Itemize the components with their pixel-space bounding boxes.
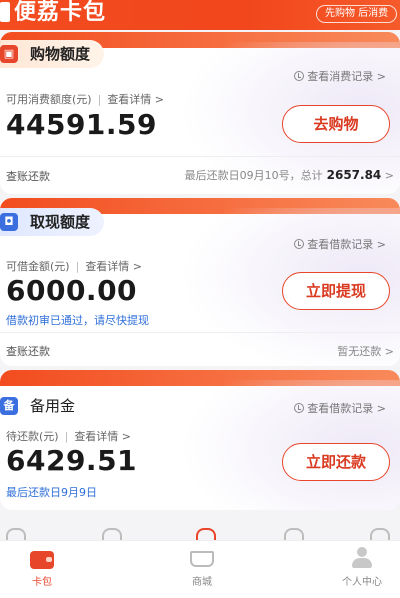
view-details-link[interactable]: 查看详情 [74,430,118,443]
pending-repayment-label: 待还款(元) [6,430,59,443]
repayment-total: 2657.84 [326,168,382,182]
tab-label: 个人中心 [342,577,382,588]
reserve-fund-title: 备用金 [30,397,76,415]
view-spending-records-link[interactable]: 查看消费记录 > [294,68,386,84]
last-repayment-text: 最后还款日09月10号，总计 [184,169,323,182]
divider [0,156,400,157]
promo-pill[interactable]: 先购物 后消费 [316,5,398,23]
withdraw-now-button[interactable]: 立即提现 [282,272,390,310]
clock-icon [294,403,305,413]
reserve-amount: 6429.51 [6,444,138,477]
reserve-fund-icon: 备 [0,397,18,415]
check-bill-repay-link[interactable]: 查账还款 [6,343,50,359]
wallet-icon [30,551,54,569]
reserve-label-row: 待还款(元) | 查看详情 > [6,430,132,443]
borrowable-amount-label: 可借金额(元) [6,260,70,273]
user-icon [352,547,372,569]
tab-label: 卡包 [32,577,52,588]
cash-quota-label-row: 可借金额(元) | 查看详情 > [6,260,143,273]
shopping-quota-label-row: 可用消费额度(元) | 查看详情 > [6,93,165,106]
repay-now-button[interactable]: 立即还款 [282,443,390,481]
app-root: 便荔卡包 先购物 后消费 ▣ 购物额度 查看消费记录 > 可用消费额度(元) | 查… [0,0,400,598]
reserve-fund-card: 备 备用金 查看借款记录 > 待还款(元) | 查看详情 > 6429.51 立即还… [0,370,400,510]
logo-icon [0,2,10,22]
available-quota-label: 可用消费额度(元) [6,93,92,106]
shopping-quota-card: ▣ 购物额度 查看消费记录 > 可用消费额度(元) | 查看详情 > 44591.5… [0,32,400,194]
view-details-link[interactable]: 查看详情 [107,93,151,106]
repayment-summary[interactable]: 最后还款日09月10号，总计 2657.84 > [185,167,394,183]
divider [0,332,400,333]
shopping-quota-tag: ▣ 购物额度 [0,40,105,68]
cart-icon [190,551,214,567]
cash-quota-title: 取现额度 [30,213,91,231]
view-loan-records-link[interactable]: 查看借款记录 > [294,400,386,416]
cash-quota-amount: 6000.00 [6,274,138,307]
view-details-link[interactable]: 查看详情 [85,260,129,273]
check-bill-repay-link[interactable]: 查账还款 [6,168,50,184]
clock-icon [294,239,305,249]
app-header: 便荔卡包 先购物 后消费 [0,0,400,30]
shopping-quota-title: 购物额度 [30,45,91,63]
view-loan-records-link[interactable]: 查看借款记录 > [294,236,386,252]
shopping-bag-icon: ▣ [0,45,18,63]
go-shopping-button[interactable]: 去购物 [282,105,390,143]
no-repayment-status[interactable]: 暂无还款 > [337,343,394,359]
cash-quota-card: ◘ 取现额度 查看借款记录 > 可借金额(元) | 查看详情 > 6000.00 立… [0,198,400,366]
clock-icon [294,71,305,81]
reserve-fund-tag: 备 备用金 [0,392,89,420]
tab-label: 商城 [192,577,212,588]
last-repayment-note: 最后还款日9月9日 [6,486,97,499]
bottom-tab-bar: 卡包 商城 个人中心 [0,540,400,598]
shopping-quota-amount: 44591.59 [6,108,158,141]
cash-quota-tag: ◘ 取现额度 [0,208,105,236]
app-title: 便荔卡包 [14,0,107,25]
wallet-icon: ◘ [0,213,18,231]
approval-note: 借款初审已通过，请尽快提现 [6,314,149,327]
